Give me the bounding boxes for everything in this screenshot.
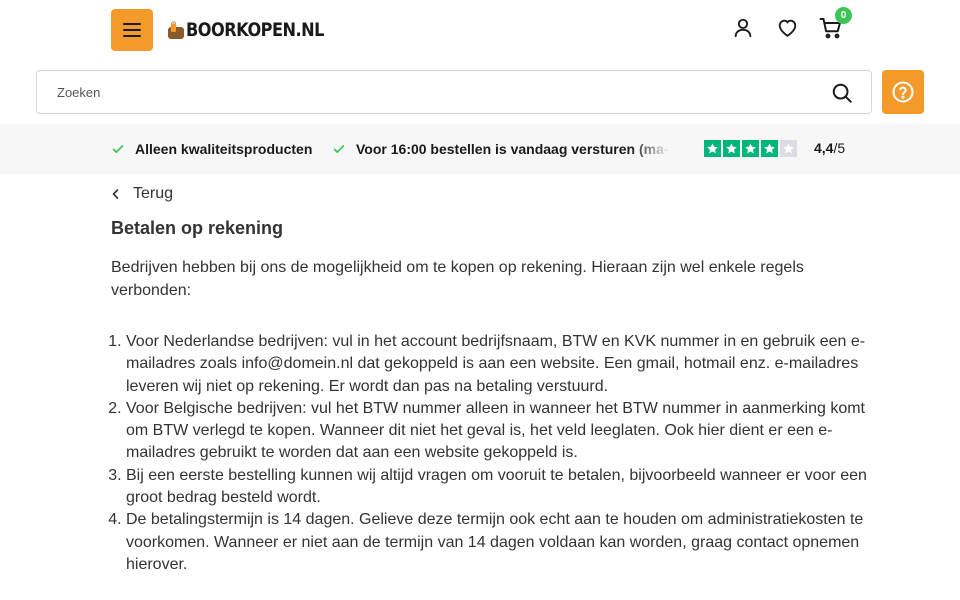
help-button[interactable] [882,70,924,114]
search-submit-button[interactable] [831,82,853,104]
check-icon [333,145,345,153]
star-filled-icon [704,140,721,157]
search-bar [0,60,960,124]
account-button[interactable] [731,16,755,40]
page-title: Betalen op rekening [111,218,284,238]
heart-icon [778,19,796,37]
check-icon [112,145,124,153]
search-icon [832,83,852,103]
rule-item: De betalingstermijn is 14 dagen. Gelieve… [126,509,871,576]
wishlist-button[interactable] [775,16,799,40]
user-icon [734,18,752,38]
site-logo[interactable]: BOORKOPEN.NL [168,17,348,43]
cart-button[interactable]: 0 [819,7,852,40]
usp-item: Alleen kwaliteitsproducten [111,141,312,157]
rating-value: 4,4 [814,140,834,156]
cart-count-badge: 0 [835,7,852,24]
rating-stars[interactable] [704,140,797,157]
rule-item: Voor Belgische bedrijven: vul het BTW nu… [126,398,871,465]
top-header: BOORKOPEN.NL 0 [0,0,960,60]
menu-icon-line [123,35,141,37]
question-circle-icon [892,81,914,103]
usp-item-clip: Voor 16:00 bestellen is vandaag versture… [332,141,670,157]
usp-fade-overlay [630,124,670,174]
back-link[interactable]: Terug [111,185,173,203]
rating-max: /5 [833,140,846,156]
star-empty-icon [780,140,797,157]
star-filled-icon [761,140,778,157]
menu-button[interactable] [111,9,153,51]
usp-text: Voor 16:00 bestellen is vandaag versture… [356,141,669,157]
search-input[interactable] [37,71,871,113]
logo-text: BOORKOPEN.NL [186,19,324,41]
chevron-left-icon [112,189,119,199]
rules-list: Voor Nederlandse bedrijven: vul in het a… [111,331,871,576]
back-link-label: Terug [133,185,174,202]
rating-score[interactable]: 4,4/5 [814,140,845,156]
usp-item: Voor 16:00 bestellen is vandaag versture… [332,141,670,157]
star-filled-icon [723,140,740,157]
star-filled-icon [742,140,759,157]
drill-logo-icon [168,21,184,39]
menu-icon-line [123,29,141,31]
menu-icon-line [123,23,141,25]
rule-item: Voor Nederlandse bedrijven: vul in het a… [126,331,871,398]
rule-item: Bij een eerste bestelling kunnen wij alt… [126,465,871,510]
search-field-container [36,70,872,114]
header-actions: 0 [731,7,852,40]
intro-text: Bedrijven hebben bij ons de mogelijkheid… [111,259,804,299]
usp-text: Alleen kwaliteitsproducten [135,141,313,157]
